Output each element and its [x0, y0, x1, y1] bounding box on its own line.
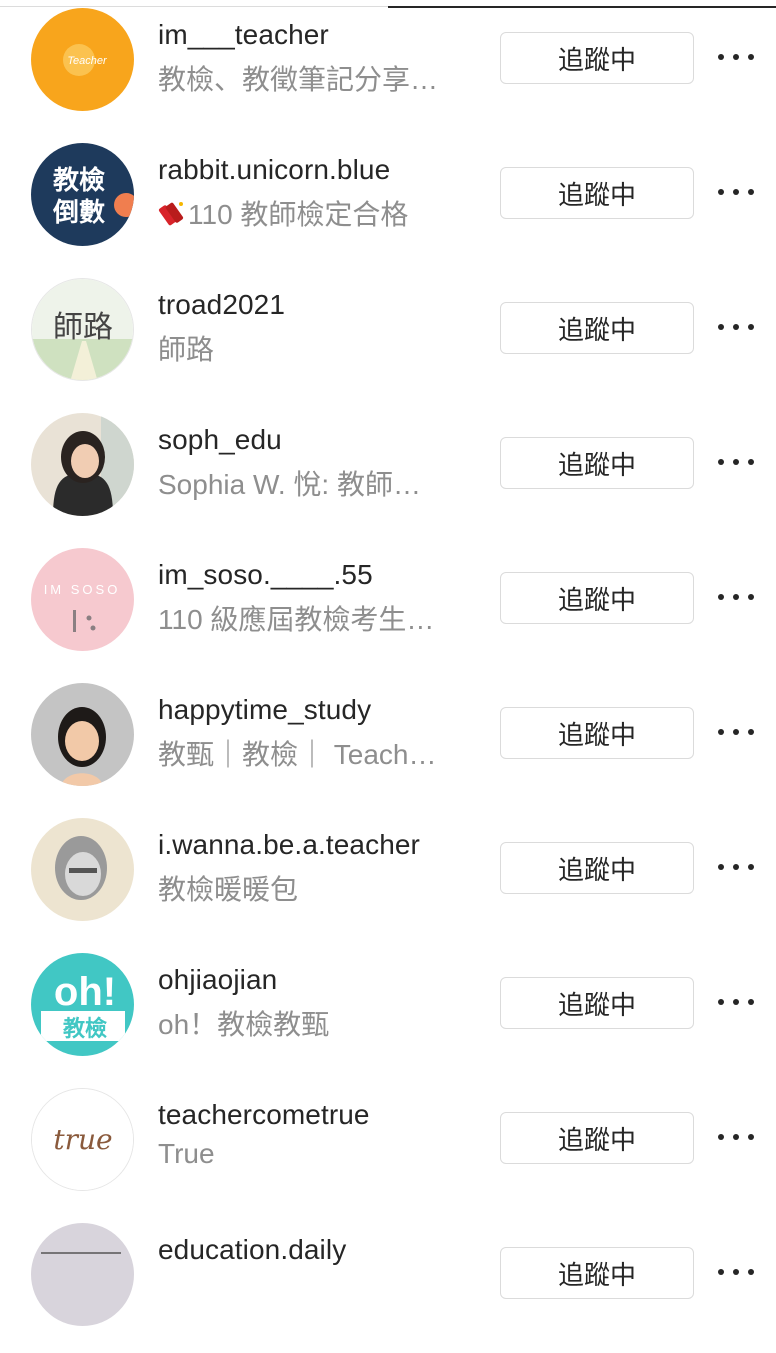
bio: 教檢、教徵筆記分享…: [158, 64, 439, 95]
avatar[interactable]: oh! 教檢: [31, 953, 134, 1056]
bio: 110 級應屆教檢考生…: [158, 604, 435, 635]
svg-text:教檢: 教檢: [53, 165, 105, 196]
avatar[interactable]: [31, 1223, 134, 1326]
bio: 110 教師檢定合格: [158, 193, 408, 233]
bio: Sophia W. 悅: 教師…: [158, 469, 421, 500]
more-options-icon[interactable]: [718, 180, 754, 204]
bio: oh！教檢教甄: [158, 1009, 330, 1040]
svg-text:教檢: 教檢: [63, 1016, 107, 1042]
more-options-icon[interactable]: [718, 45, 754, 69]
svg-text:IM SOSO: IM SOSO: [44, 582, 121, 597]
avatar[interactable]: [31, 818, 134, 921]
username[interactable]: education.daily: [158, 1234, 346, 1266]
more-options-icon[interactable]: [718, 1125, 754, 1149]
list-item[interactable]: soph_edu Sophia W. 悅: 教師… 追蹤中: [0, 408, 776, 543]
more-options-icon[interactable]: [718, 450, 754, 474]
following-button[interactable]: 追蹤中: [500, 572, 694, 624]
bio: 教檢暖暖包: [158, 874, 299, 905]
following-button[interactable]: 追蹤中: [500, 842, 694, 894]
svg-text:Teacher: Teacher: [67, 55, 108, 67]
svg-text:oh!: oh!: [54, 970, 116, 1014]
bio: 師路: [158, 334, 215, 365]
list-item[interactable]: happytime_study 教甄｜教檢｜ Teach… 追蹤中: [0, 678, 776, 813]
list-item[interactable]: 教檢 倒數 rabbit.unicorn.blue 110 教師檢定合格 追蹤中: [0, 138, 776, 273]
more-options-icon[interactable]: [718, 720, 754, 744]
more-options-icon[interactable]: [718, 1260, 754, 1284]
avatar[interactable]: [31, 683, 134, 786]
username[interactable]: teachercometrue: [158, 1099, 370, 1131]
username[interactable]: i.wanna.be.a.teacher: [158, 829, 420, 861]
avatar[interactable]: true: [31, 1088, 134, 1191]
username[interactable]: im___teacher: [158, 19, 329, 51]
firecracker-icon: [158, 200, 184, 226]
avatar[interactable]: 教檢 倒數: [31, 143, 134, 246]
svg-text:true: true: [53, 1123, 112, 1156]
username[interactable]: im_soso.____.55: [158, 559, 373, 591]
username[interactable]: happytime_study: [158, 694, 371, 726]
following-button[interactable]: 追蹤中: [500, 302, 694, 354]
following-button[interactable]: 追蹤中: [500, 707, 694, 759]
more-options-icon[interactable]: [718, 855, 754, 879]
following-button[interactable]: 追蹤中: [500, 1112, 694, 1164]
list-item[interactable]: true teachercometrue True 追蹤中: [0, 1083, 776, 1218]
more-options-icon[interactable]: [718, 990, 754, 1014]
following-button[interactable]: 追蹤中: [500, 1247, 694, 1299]
svg-text:師路: 師路: [53, 310, 113, 345]
more-options-icon[interactable]: [718, 585, 754, 609]
username[interactable]: troad2021: [158, 289, 285, 321]
list-item[interactable]: Teacher im___teacher 教檢、教徵筆記分享… 追蹤中: [0, 3, 776, 138]
list-item[interactable]: IM SOSO im_soso.____.55 110 級應屆教檢考生… 追蹤中: [0, 543, 776, 678]
avatar[interactable]: IM SOSO: [31, 548, 134, 651]
list-item[interactable]: 師路 troad2021 師路 追蹤中: [0, 273, 776, 408]
more-options-icon[interactable]: [718, 315, 754, 339]
list-item[interactable]: education.daily 追蹤中: [0, 1218, 776, 1353]
bio: True: [158, 1138, 215, 1169]
following-button[interactable]: 追蹤中: [500, 32, 694, 84]
following-button[interactable]: 追蹤中: [500, 167, 694, 219]
following-button[interactable]: 追蹤中: [500, 437, 694, 489]
username[interactable]: rabbit.unicorn.blue: [158, 154, 390, 186]
avatar[interactable]: [31, 413, 134, 516]
bio: 教甄｜教檢｜ Teach…: [158, 739, 437, 770]
following-button[interactable]: 追蹤中: [500, 977, 694, 1029]
username[interactable]: ohjiaojian: [158, 964, 277, 996]
list-item[interactable]: oh! 教檢 ohjiaojian oh！教檢教甄 追蹤中: [0, 948, 776, 1083]
avatar[interactable]: 師路: [31, 278, 134, 381]
avatar[interactable]: Teacher: [31, 8, 134, 111]
list-item[interactable]: i.wanna.be.a.teacher 教檢暖暖包 追蹤中: [0, 813, 776, 948]
svg-text:倒數: 倒數: [52, 198, 105, 228]
username[interactable]: soph_edu: [158, 424, 282, 456]
